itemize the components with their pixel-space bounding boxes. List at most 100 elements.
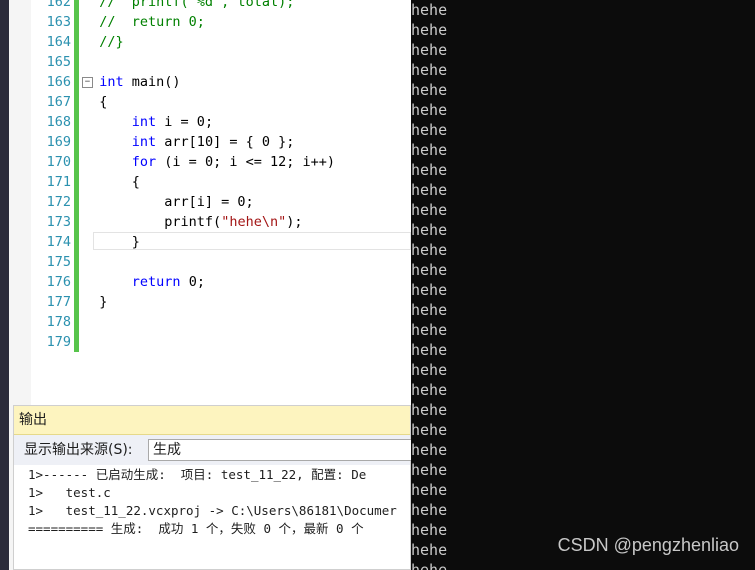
- console-line: hehe: [411, 1, 448, 19]
- code-text: i = 0;: [156, 114, 214, 130]
- code-editor[interactable]: 162 163 164 165 166 167 168 169 170 171 …: [31, 0, 411, 405]
- line-number: 173: [46, 214, 71, 230]
- line-number: 175: [46, 254, 71, 270]
- code-line-168: int i = 0;: [83, 112, 411, 132]
- code-text: printf(: [164, 214, 222, 230]
- code-text: arr[i] = 0;: [164, 194, 254, 210]
- code-line-174: }: [83, 232, 411, 252]
- output-text-area[interactable]: 1>------ 已启动生成: 项目: test_11_22, 配置: De 1…: [14, 466, 410, 566]
- console-line: hehe: [411, 181, 448, 199]
- console-output: hehe hehe hehe hehe hehe hehe hehe hehe …: [411, 0, 447, 570]
- code-text: }: [99, 294, 108, 310]
- output-line: 1>------ 已启动生成: 项目: test_11_22, 配置: De: [28, 467, 367, 482]
- line-number: 172: [46, 194, 71, 210]
- code-line-163: // return 0;: [83, 12, 411, 32]
- keyword: for: [131, 154, 157, 170]
- output-line: ========== 生成: 成功 1 个，失败 0 个，最新 0 个: [28, 521, 364, 536]
- code-text-area[interactable]: // printf("%d", total); // return 0; //}…: [82, 0, 411, 352]
- console-line: hehe: [411, 381, 448, 399]
- console-line: hehe: [411, 121, 448, 139]
- line-number: 168: [46, 114, 71, 130]
- line-number: 177: [46, 294, 71, 310]
- code-text: 0;: [180, 274, 205, 290]
- console-line: hehe: [411, 321, 448, 339]
- code-line-166: − int main(): [82, 72, 411, 92]
- code-text: arr[10] = { 0 };: [156, 134, 295, 150]
- keyword: int: [99, 74, 124, 90]
- line-number: 162: [46, 0, 71, 10]
- comment: // return 0;: [99, 14, 205, 30]
- console-line: hehe: [411, 261, 448, 279]
- line-number-gutter: 162 163 164 165 166 167 168 169 170 171 …: [31, 0, 71, 352]
- output-source-label: 显示输出来源(S):: [24, 442, 133, 458]
- code-line-162: // printf("%d", total);: [83, 0, 411, 12]
- console-line: hehe: [411, 21, 448, 39]
- output-panel: 输出 显示输出来源(S): 生成 1>------ 已启动生成: 项目: tes…: [13, 405, 418, 570]
- line-number: 171: [46, 174, 71, 190]
- line-number: 174: [46, 234, 71, 250]
- line-number: 179: [46, 334, 71, 350]
- output-line: 1> test_11_22.vcxproj -> C:\Users\86181\…: [28, 503, 397, 518]
- console-line: hehe: [411, 401, 448, 419]
- code-text: (i = 0; i <= 12; i++): [156, 154, 335, 170]
- code-line-173: printf("hehe\n");: [83, 212, 411, 232]
- console-line: hehe: [411, 541, 448, 559]
- watermark: CSDN @pengzhenliao: [557, 535, 739, 555]
- change-tracking-bar: [74, 0, 79, 352]
- console-window[interactable]: hehe hehe hehe hehe hehe hehe hehe hehe …: [411, 0, 755, 570]
- line-number: 169: [46, 134, 71, 150]
- console-line: hehe: [411, 441, 448, 459]
- console-line: hehe: [411, 461, 448, 479]
- console-line: hehe: [411, 301, 448, 319]
- string-literal: "hehe\n": [221, 214, 287, 230]
- console-line: hehe: [411, 241, 448, 259]
- output-line: 1> test.c: [28, 485, 111, 500]
- keyword: int: [131, 134, 157, 150]
- console-line: hehe: [411, 201, 448, 219]
- output-panel-title: 输出: [14, 406, 410, 435]
- console-line: hehe: [411, 361, 448, 379]
- console-line: hehe: [411, 221, 448, 239]
- console-line: hehe: [411, 61, 448, 79]
- line-number: 167: [46, 94, 71, 110]
- comment: // printf("%d", total);: [99, 0, 295, 10]
- code-line-172: arr[i] = 0;: [83, 192, 411, 212]
- console-line: hehe: [411, 161, 448, 179]
- console-line: hehe: [411, 561, 448, 570]
- left-dock-strip: [0, 0, 9, 570]
- line-number: 178: [46, 314, 71, 330]
- keyword: return: [131, 274, 181, 290]
- keyword: int: [131, 114, 157, 130]
- code-text: );: [286, 214, 303, 230]
- output-toolbar: 显示输出来源(S): 生成: [14, 435, 418, 465]
- line-number: 166: [46, 74, 71, 90]
- console-line: hehe: [411, 481, 448, 499]
- code-text: {: [99, 94, 108, 110]
- code-line-169: int arr[10] = { 0 };: [83, 132, 411, 152]
- code-text: {: [131, 174, 140, 190]
- console-line: hehe: [411, 341, 448, 359]
- code-line-171: {: [83, 172, 411, 192]
- console-line: hehe: [411, 141, 448, 159]
- console-line: hehe: [411, 41, 448, 59]
- code-text: }: [131, 234, 140, 250]
- comment: //}: [99, 34, 124, 50]
- code-line-176: return 0;: [83, 272, 411, 292]
- console-line: hehe: [411, 281, 448, 299]
- line-number: 164: [46, 34, 71, 50]
- code-text: main(): [123, 74, 181, 90]
- console-line: hehe: [411, 501, 448, 519]
- code-line-167: {: [83, 92, 411, 112]
- console-line: hehe: [411, 101, 448, 119]
- collapse-icon[interactable]: −: [82, 77, 93, 88]
- line-number: 176: [46, 274, 71, 290]
- console-line: hehe: [411, 421, 448, 439]
- line-number: 170: [46, 154, 71, 170]
- output-source-select[interactable]: 生成: [148, 439, 418, 461]
- line-number: 165: [46, 54, 71, 70]
- code-line-177: }: [83, 292, 411, 312]
